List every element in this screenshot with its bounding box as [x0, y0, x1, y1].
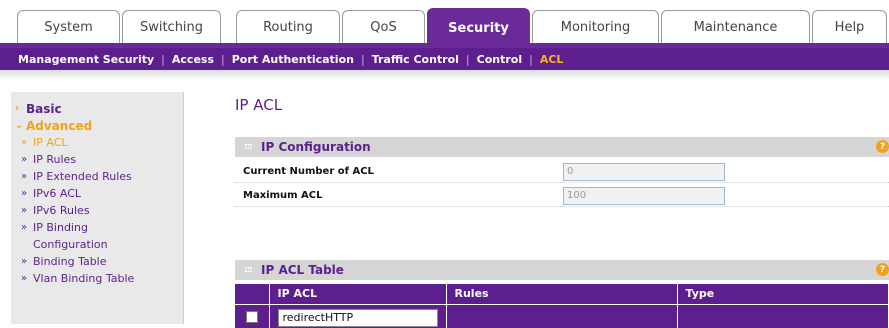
chevron-right-icon: ›: [15, 103, 20, 114]
max-acl-label: Maximum ACL: [243, 190, 323, 201]
tab-qos[interactable]: QoS: [342, 10, 425, 44]
tab-switching[interactable]: Switching: [122, 10, 221, 44]
sidebar-basic[interactable]: › Basic: [11, 100, 183, 117]
tab-help[interactable]: Help: [812, 10, 887, 44]
sidebar-item-label: IP Binding: [33, 221, 88, 234]
subnav-separator: |: [161, 52, 165, 66]
sidebar-advanced-label: Advanced: [26, 118, 93, 133]
table-row: [235, 303, 889, 328]
tab-monitoring[interactable]: Monitoring: [532, 10, 659, 44]
sub-nav: Management Security | Access | Port Auth…: [0, 48, 889, 70]
sidebar-item-ip-binding-cont[interactable]: Configuration: [11, 236, 183, 253]
subnav-traffic-control[interactable]: Traffic Control: [372, 53, 459, 66]
tab-routing[interactable]: Routing: [236, 10, 340, 44]
double-chevron-icon: »: [21, 273, 28, 284]
section-title: IP ACL Table: [261, 263, 344, 277]
sidebar-item-ipv6-rules[interactable]: » IPv6 Rules: [11, 202, 183, 219]
sidebar-item-label: Configuration: [33, 238, 108, 251]
sidebar-item-label: IP ACL: [33, 136, 68, 149]
max-acl-row: Maximum ACL: [235, 185, 889, 207]
sidebar-item-label: Vlan Binding Table: [33, 272, 135, 285]
subnav-separator: |: [221, 52, 225, 66]
sidebar-item-binding-table[interactable]: » Binding Table: [11, 253, 183, 270]
tab-maintenance[interactable]: Maintenance: [661, 10, 810, 44]
subnav-access[interactable]: Access: [172, 53, 214, 66]
sidebar-basic-label: Basic: [26, 101, 62, 116]
ip-acl-cell: [269, 303, 447, 328]
double-chevron-icon: »: [21, 205, 28, 216]
sidebar-item-vlan-binding-table[interactable]: » Vlan Binding Table: [11, 270, 183, 287]
column-header-type: Type: [677, 284, 889, 304]
sidebar-item-ip-extended-rules[interactable]: » IP Extended Rules: [11, 168, 183, 185]
sidebar-item-label: IPv6 Rules: [33, 204, 90, 217]
double-chevron-icon: »: [21, 154, 28, 165]
double-chevron-icon: »: [21, 137, 28, 148]
current-acl-label: Current Number of ACL: [243, 166, 374, 177]
sidebar-item-label: IP Rules: [33, 153, 77, 166]
sidebar-item-ip-acl[interactable]: » IP ACL: [11, 134, 183, 151]
current-acl-row: Current Number of ACL: [235, 161, 889, 183]
tab-system[interactable]: System: [17, 10, 120, 44]
sidebar-advanced[interactable]: ⌄ Advanced: [11, 117, 183, 134]
grip-icon: :::: [244, 142, 253, 152]
select-cell: [235, 303, 270, 328]
sidebar-item-ipv6-acl[interactable]: » IPv6 ACL: [11, 185, 183, 202]
sidebar-item-ip-rules[interactable]: » IP Rules: [11, 151, 183, 168]
subnav-separator: |: [360, 52, 365, 66]
subnav-separator: |: [529, 52, 533, 66]
double-chevron-icon: »: [21, 256, 28, 267]
ip-acl-table-header: ::: IP ACL Table ?: [235, 260, 889, 280]
type-cell: [677, 303, 889, 328]
subnav-management-security[interactable]: Management Security: [18, 53, 154, 66]
chevron-down-icon: ⌄: [15, 120, 24, 131]
tab-security[interactable]: Security: [427, 8, 530, 48]
section-title: IP Configuration: [261, 140, 371, 154]
ip-acl-table: IP ACL Rules Type: [235, 284, 889, 328]
page-title: IP ACL: [235, 96, 283, 114]
current-acl-field: [563, 162, 725, 181]
sidebar-item-ip-binding[interactable]: » IP Binding: [11, 219, 183, 236]
table-header-row: IP ACL Rules Type: [235, 284, 889, 304]
column-header-ip-acl: IP ACL: [269, 284, 447, 304]
subnav-acl[interactable]: ACL: [540, 53, 564, 66]
double-chevron-icon: »: [21, 222, 28, 233]
sidebar-item-label: Binding Table: [33, 255, 107, 268]
grip-icon: :::: [244, 265, 253, 275]
subnav-shadow: [0, 70, 889, 80]
select-column-header: [235, 284, 270, 304]
help-icon[interactable]: ?: [876, 263, 889, 276]
top-nav-tabs: System Switching Routing QoS Security Mo…: [0, 0, 889, 48]
double-chevron-icon: »: [21, 188, 28, 199]
help-icon[interactable]: ?: [876, 140, 889, 153]
subnav-port-authentication[interactable]: Port Authentication: [232, 53, 354, 66]
double-chevron-icon: »: [21, 171, 28, 182]
rules-cell: [446, 303, 678, 328]
subnav-control[interactable]: Control: [477, 53, 522, 66]
max-acl-field: [563, 186, 725, 205]
column-header-rules: Rules: [446, 284, 678, 304]
sidebar: › Basic ⌄ Advanced » IP ACL » IP Rules »…: [11, 92, 184, 324]
row-checkbox[interactable]: [245, 311, 258, 324]
ip-configuration-header: ::: IP Configuration ?: [235, 137, 889, 157]
sidebar-item-label: IP Extended Rules: [33, 170, 132, 183]
sidebar-item-label: IPv6 ACL: [33, 187, 82, 200]
subnav-separator: |: [465, 52, 470, 66]
